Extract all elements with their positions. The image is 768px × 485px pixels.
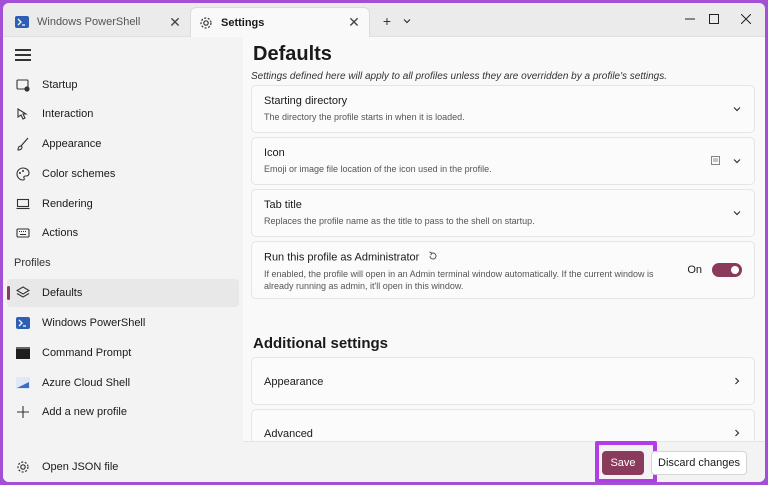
image-preview-icon [711,152,720,170]
sidebar: Startup Interaction Appearance Color sch… [3,37,243,482]
toggle-knob [731,266,739,274]
sidebar-item-startup[interactable]: Startup [7,71,239,99]
chevron-right-icon [732,376,742,386]
chevron-down-icon[interactable] [732,156,742,166]
sidebar-item-windows-powershell[interactable]: Windows PowerShell [7,309,239,337]
sidebar-item-label: Appearance [42,138,102,150]
tab-settings[interactable]: Settings ✕ [190,7,370,37]
layers-icon [15,285,31,301]
page-subtitle: Settings defined here will apply to all … [251,71,668,82]
setting-advanced[interactable]: Advanced [251,409,755,441]
setting-title: Starting directory [264,95,348,107]
footer-bar: Save Discard changes [243,441,765,482]
setting-description: Replaces the profile name as the title t… [264,216,535,226]
sidebar-item-actions[interactable]: Actions [7,219,239,247]
chevron-right-icon [732,428,742,438]
admin-toggle-switch[interactable] [712,263,742,277]
keyboard-icon [15,225,31,241]
page-title: Defaults [253,43,332,65]
sidebar-item-label: Add a new profile [42,406,127,418]
sidebar-item-label: Interaction [42,108,94,120]
setting-appearance[interactable]: Appearance [251,357,755,405]
setting-title: Run this profile as Administrator [264,251,742,264]
setting-icon[interactable]: Icon Emoji or image file location of the… [251,137,755,185]
profiles-header: Profiles [14,257,51,269]
reset-icon[interactable] [428,251,438,264]
sidebar-item-command-prompt[interactable]: Command Prompt [7,339,239,367]
sidebar-item-appearance[interactable]: Appearance [7,130,239,158]
setting-description: Emoji or image file location of the icon… [264,164,492,174]
tab-dropdown-button[interactable] [395,9,419,33]
sidebar-item-add-profile[interactable]: Add a new profile [7,398,239,426]
sidebar-item-label: Actions [42,227,79,239]
tab-label: Windows PowerShell [37,16,141,28]
interaction-icon [15,106,31,122]
chevron-down-icon[interactable] [732,208,742,218]
sidebar-item-label: Startup [42,79,78,91]
sidebar-item-rendering[interactable]: Rendering [7,190,239,218]
setting-description: The directory the profile starts in when… [264,112,465,122]
title-bar: Windows PowerShell ✕ Settings ✕ + [3,3,765,37]
setting-title: Tab title [264,199,302,211]
paintbrush-icon [15,136,31,152]
sidebar-item-label: Azure Cloud Shell [42,377,131,389]
terminal-settings-window: Windows PowerShell ✕ Settings ✕ + Startu… [3,3,765,482]
admin-toggle-wrap: On [687,263,742,277]
startup-icon [15,77,31,93]
palette-icon [15,166,31,182]
chevron-down-icon [403,19,411,24]
chevron-down-icon[interactable] [732,104,742,114]
sidebar-item-label: Defaults [42,287,83,299]
plus-icon [15,404,31,420]
tab-windows-powershell[interactable]: Windows PowerShell ✕ [7,7,190,37]
setting-title: Advanced [264,428,313,440]
monitor-icon [15,196,31,212]
sidebar-item-label: Rendering [42,198,93,210]
close-icon [741,14,751,24]
setting-title: Icon [264,147,285,159]
sidebar-item-label: Color schemes [42,168,116,180]
setting-starting-directory[interactable]: Starting directory The directory the pro… [251,85,755,133]
hamburger-menu-icon[interactable] [15,49,31,61]
tab-label: Settings [221,16,265,29]
additional-settings-title: Additional settings [253,335,388,352]
gear-icon [15,459,31,475]
gear-icon [199,16,213,30]
sidebar-item-color-schemes[interactable]: Color schemes [7,160,239,188]
save-button[interactable]: Save [602,451,644,475]
close-icon[interactable]: ✕ [347,14,361,31]
setting-title: Appearance [264,376,324,388]
open-json-label: Open JSON file [42,461,119,473]
setting-title-text: Run this profile as Administrator [264,251,420,264]
cmd-icon [15,345,31,361]
open-json-file-button[interactable]: Open JSON file [7,453,239,481]
setting-run-as-administrator: Run this profile as Administrator If ena… [251,241,755,299]
azure-icon [15,375,31,391]
setting-description: If enabled, the profile will open in an … [264,269,654,291]
sidebar-item-defaults[interactable]: Defaults [7,279,239,307]
maximize-icon [709,14,719,24]
discard-changes-button[interactable]: Discard changes [651,451,747,475]
powershell-icon [15,15,29,29]
setting-tab-title[interactable]: Tab title Replaces the profile name as t… [251,189,755,237]
sidebar-item-label: Windows PowerShell [42,317,146,329]
sidebar-item-azure-cloud-shell[interactable]: Azure Cloud Shell [7,369,239,397]
sidebar-item-label: Command Prompt [42,347,132,359]
close-icon[interactable]: ✕ [168,14,182,31]
sidebar-item-interaction[interactable]: Interaction [7,100,239,128]
close-window-button[interactable] [723,3,765,36]
settings-content: Defaults Settings defined here will appl… [243,37,765,441]
toggle-state-label: On [687,264,702,276]
powershell-icon [15,315,31,331]
